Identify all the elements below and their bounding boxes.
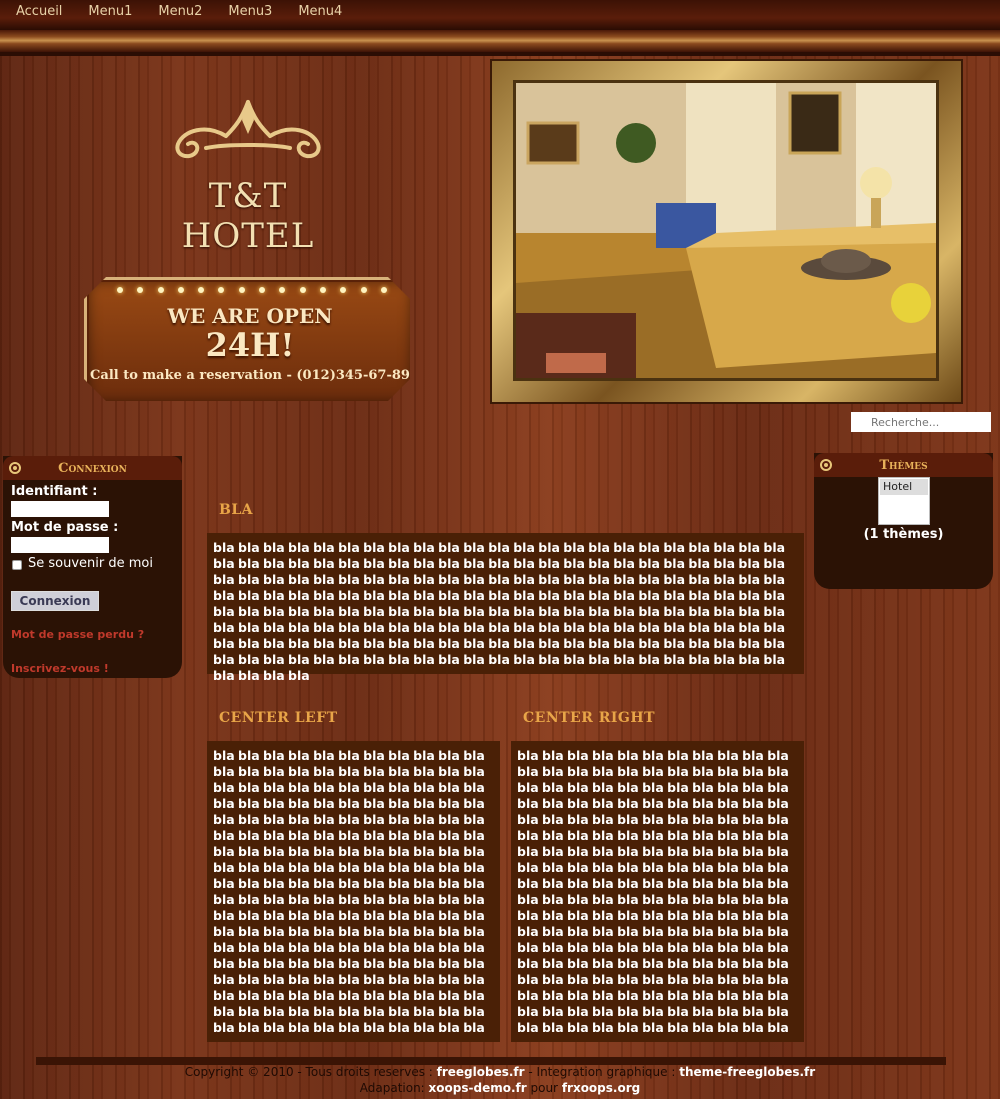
theme-select-list[interactable]: Hotel xyxy=(878,477,930,525)
theme-count: (1 thèmes) xyxy=(863,527,944,542)
footer-link-xoops-demo[interactable]: xoops-demo.fr xyxy=(429,1081,527,1095)
password-label: Mot de passe : xyxy=(11,520,119,535)
footer-adaptation: Adapation: xyxy=(359,1081,429,1095)
login-block: Connexion Identifiant : Mot de passe : S… xyxy=(3,456,182,678)
footer-link-theme-freeglobes[interactable]: theme-freeglobes.fr xyxy=(679,1065,815,1079)
center-left-box: bla bla bla bla bla bla bla bla bla bla … xyxy=(207,741,500,1042)
login-submit-button[interactable]: Connexion xyxy=(11,591,99,611)
password-field[interactable] xyxy=(11,537,109,553)
footer-pour: pour xyxy=(526,1081,562,1095)
footer-integration: - Integration graphique : xyxy=(524,1065,680,1079)
footer-line-2: Adapation: xoops-demo.fr pour frxoops.or… xyxy=(0,1080,1000,1096)
open-24h-sign: WE ARE OPEN 24H! Call to make a reservat… xyxy=(84,277,410,401)
login-block-title: Connexion xyxy=(58,461,127,476)
center-left-title: CENTER LEFT xyxy=(219,710,338,726)
sign-line-24h: 24H! xyxy=(205,326,295,364)
center-right-box: bla bla bla bla bla bla bla bla bla bla … xyxy=(511,741,804,1042)
search-input[interactable] xyxy=(851,412,991,432)
center-right-text: bla bla bla bla bla bla bla bla bla bla … xyxy=(517,748,789,1035)
bla-section-title: BLA xyxy=(219,502,254,518)
nav-menu3[interactable]: Menu3 xyxy=(218,0,288,21)
main-menu: Accueil Menu1 Menu2 Menu3 Menu4 xyxy=(0,0,1000,21)
center-right-title: CENTER RIGHT xyxy=(523,710,655,726)
bla-content-box: bla bla bla bla bla bla bla bla bla bla … xyxy=(207,533,804,683)
remember-me-checkbox[interactable] xyxy=(12,560,22,570)
sign-line-open: WE ARE OPEN xyxy=(167,304,333,328)
nav-accueil[interactable]: Accueil xyxy=(6,0,78,21)
register-link[interactable]: Inscrivez-vous ! xyxy=(11,662,109,675)
rail-shadow xyxy=(0,52,1000,56)
hotel-room-photo-frame xyxy=(492,61,961,402)
top-nav-bar: Accueil Menu1 Menu2 Menu3 Menu4 xyxy=(0,0,1000,30)
hotel-logo-title: T&T HOTEL xyxy=(181,176,315,256)
footer-link-freeglobes[interactable]: freeglobes.fr xyxy=(437,1065,525,1079)
themes-block-header: Thèmes xyxy=(814,453,993,477)
username-label: Identifiant : xyxy=(11,484,98,499)
remember-me-label: Se souvenir de moi xyxy=(28,556,153,571)
sign-bulbs xyxy=(117,287,387,293)
nav-menu1[interactable]: Menu1 xyxy=(78,0,148,21)
username-field[interactable] xyxy=(11,501,109,517)
themes-block: Thèmes Hotel (1 thèmes) xyxy=(814,453,993,589)
hotel-room-photo xyxy=(516,83,936,378)
nav-menu4[interactable]: Menu4 xyxy=(288,0,358,21)
footer-line-1: Copyright © 2010 - Tous droits reserves … xyxy=(0,1064,1000,1080)
bla-content-text: bla bla bla bla bla bla bla bla bla bla … xyxy=(213,540,786,683)
login-block-header: Connexion xyxy=(3,456,182,480)
sign-line-phone: Call to make a reservation - (012)345-67… xyxy=(90,368,410,383)
center-left-text: bla bla bla bla bla bla bla bla bla bla … xyxy=(213,748,485,1035)
lost-password-link[interactable]: Mot de passe perdu ? xyxy=(11,628,144,641)
footer-link-frxoops[interactable]: frxoops.org xyxy=(562,1081,640,1095)
footer-copyright: Copyright © 2010 - Tous droits reserves … xyxy=(184,1065,437,1079)
themes-block-title: Thèmes xyxy=(879,458,928,473)
footer: Copyright © 2010 - Tous droits reserves … xyxy=(0,1064,1000,1096)
nav-menu2[interactable]: Menu2 xyxy=(148,0,218,21)
theme-option-hotel[interactable]: Hotel xyxy=(880,479,928,495)
logo-ornament-icon xyxy=(175,100,321,159)
brass-rail-divider xyxy=(0,30,1000,52)
